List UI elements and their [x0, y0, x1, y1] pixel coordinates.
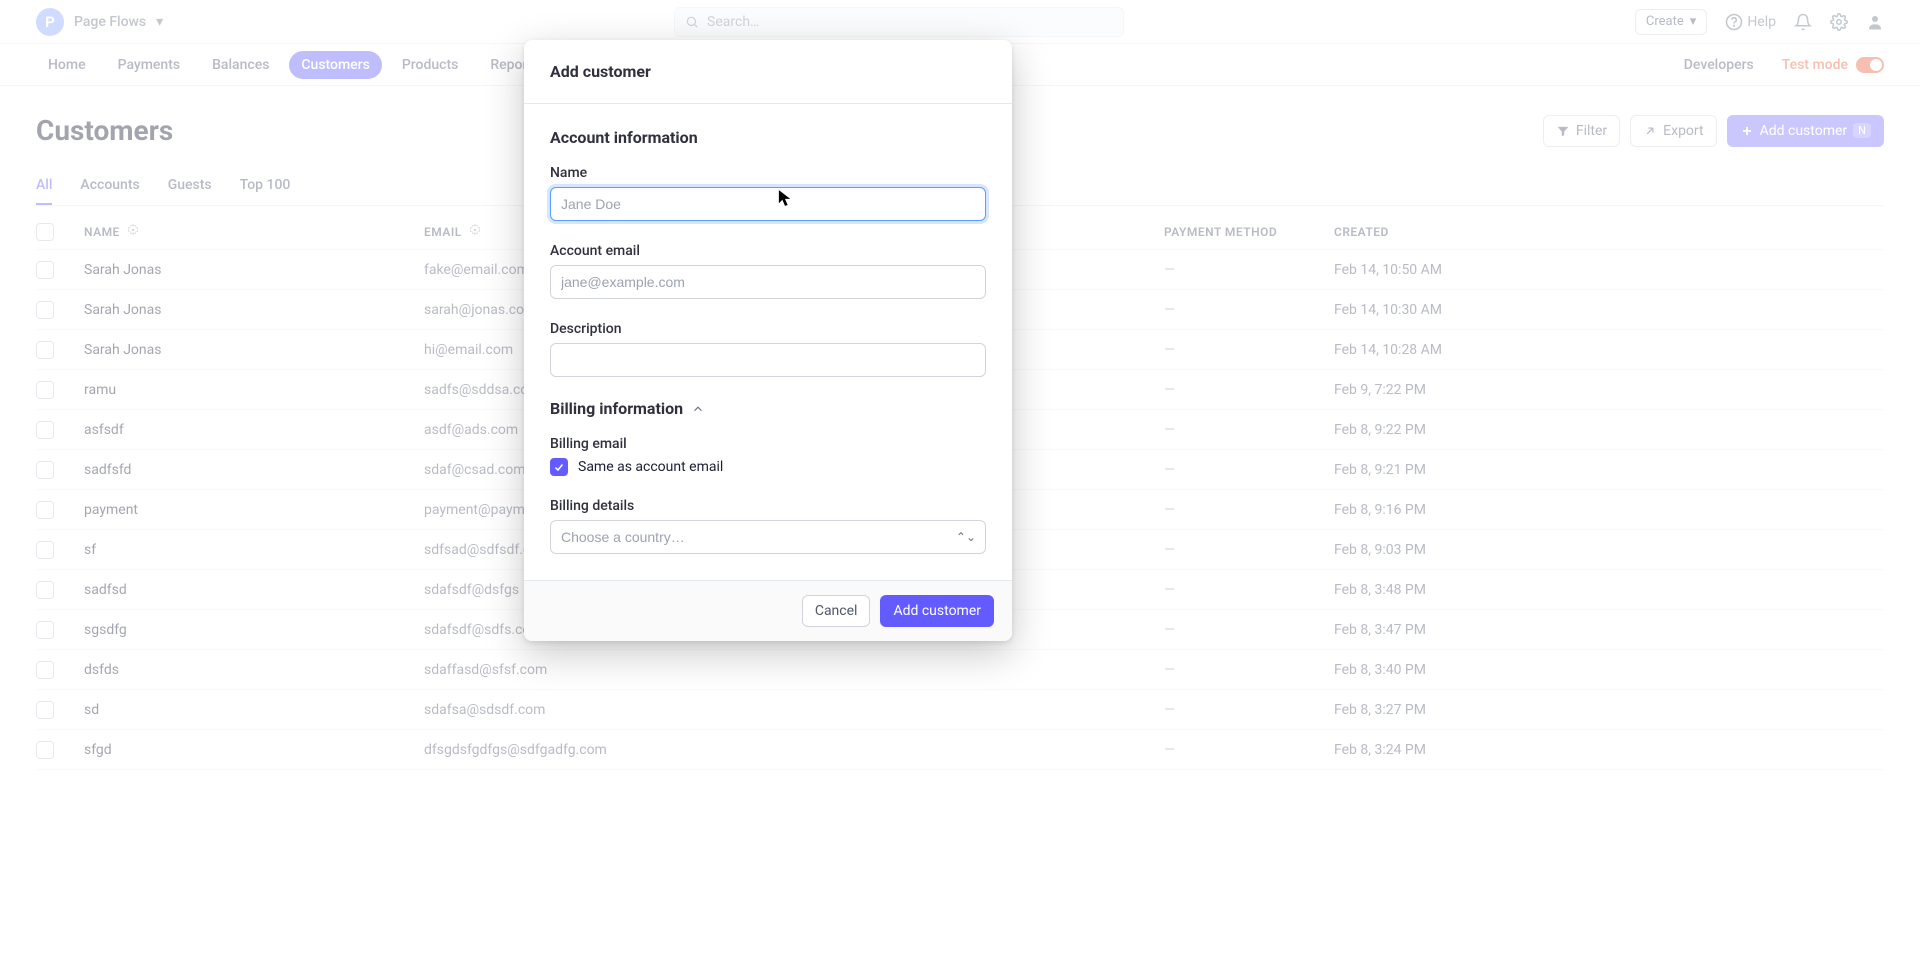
country-select[interactable] — [550, 520, 986, 554]
email-label: Account email — [550, 243, 986, 259]
submit-label: Add customer — [893, 603, 981, 619]
description-label: Description — [550, 321, 986, 337]
account-email-input[interactable] — [550, 265, 986, 299]
select-caret-icon: ⌃⌄ — [956, 530, 976, 544]
cancel-button[interactable]: Cancel — [802, 595, 871, 627]
add-customer-modal: Add customer Account information Name Ac… — [524, 40, 1012, 641]
cancel-label: Cancel — [815, 603, 858, 619]
submit-add-customer-button[interactable]: Add customer — [880, 595, 994, 627]
billing-details-label: Billing details — [550, 498, 986, 514]
name-label: Name — [550, 165, 986, 181]
same-as-account-label: Same as account email — [578, 459, 723, 475]
description-input[interactable] — [550, 343, 986, 377]
billing-section-toggle[interactable]: Billing information — [550, 399, 986, 418]
checkbox-checked-icon — [550, 458, 568, 476]
same-as-account-checkbox[interactable]: Same as account email — [550, 458, 986, 476]
account-section-heading: Account information — [550, 128, 986, 147]
modal-title: Add customer — [550, 62, 986, 81]
billing-email-label: Billing email — [550, 436, 986, 452]
name-input[interactable] — [550, 187, 986, 221]
chevron-up-icon — [691, 402, 705, 416]
billing-heading: Billing information — [550, 399, 683, 418]
